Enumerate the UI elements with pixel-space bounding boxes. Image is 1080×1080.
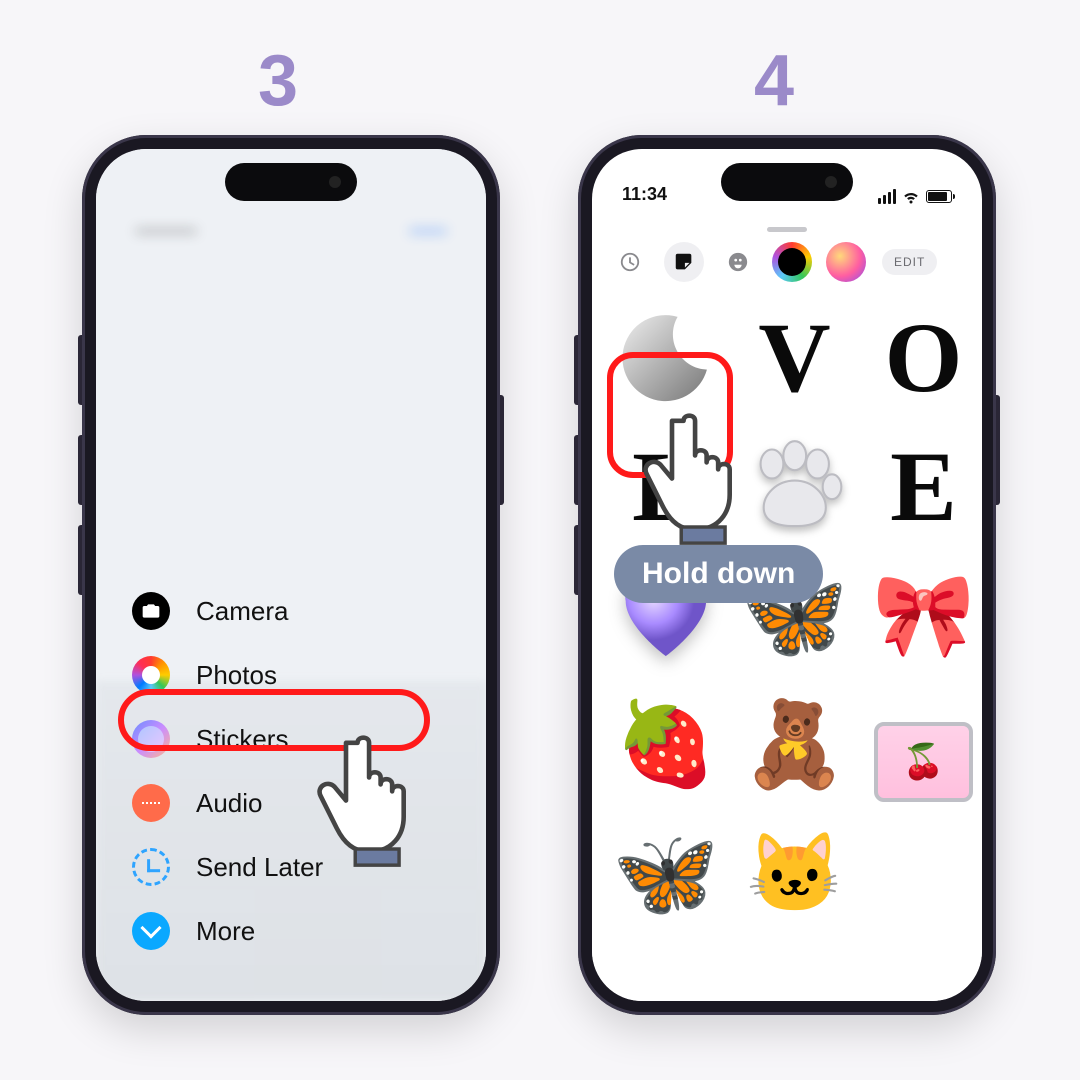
dynamic-island — [225, 163, 357, 201]
sticker-letter-o[interactable]: O — [866, 300, 981, 415]
dynamic-island — [721, 163, 853, 201]
sticker-cat-heart[interactable]: 🐱 — [737, 816, 852, 931]
tab-sticker-pack[interactable] — [826, 242, 866, 282]
menu-item-more[interactable]: More — [124, 899, 458, 963]
status-time: 11:34 — [622, 184, 667, 205]
sticker-strawberry[interactable]: 🍓 — [608, 687, 723, 802]
sticker-bow[interactable]: 🎀 — [866, 558, 981, 673]
menu-item-stickers[interactable]: Stickers — [124, 707, 458, 771]
more-icon — [132, 912, 170, 950]
sticker-letter-l[interactable]: L — [608, 429, 723, 544]
step-number-4: 4 — [754, 40, 794, 122]
battery-icon — [926, 190, 952, 203]
menu-item-camera[interactable]: Camera — [124, 579, 458, 643]
menu-label: Stickers — [196, 724, 288, 755]
attachment-menu: Camera Photos Stickers Audio Send Later … — [96, 579, 486, 963]
menu-label: Audio — [196, 788, 263, 819]
sticker-teddy-bear[interactable]: 🧸 — [737, 687, 852, 802]
sticker-pink-butterfly[interactable]: 🦋 — [608, 816, 723, 931]
sticker-paw[interactable] — [737, 429, 852, 544]
sticker-letter-v[interactable]: V — [737, 300, 852, 415]
sticker-letter-e[interactable]: E — [866, 429, 981, 544]
screen-step-3: ━━━━━━━━ Camera Photos Stickers Audio — [96, 149, 486, 1001]
camera-icon — [132, 592, 170, 630]
tab-stickers[interactable] — [664, 242, 704, 282]
sticker-moon[interactable] — [608, 300, 723, 415]
edit-button[interactable]: EDIT — [882, 249, 937, 275]
sticker-tabs: EDIT — [592, 242, 982, 294]
photos-icon — [132, 656, 170, 694]
wifi-icon — [902, 187, 920, 205]
cellular-icon — [878, 189, 896, 204]
blurred-header: ━━━━━━━━ — [96, 219, 486, 289]
send-later-icon — [132, 848, 170, 886]
menu-item-send-later[interactable]: Send Later — [124, 835, 458, 899]
menu-item-photos[interactable]: Photos — [124, 643, 458, 707]
menu-label: More — [196, 916, 255, 947]
sticker-drawer: EDIT V O L E — [592, 219, 982, 1001]
stickers-icon — [132, 720, 170, 758]
hold-down-tooltip: Hold down — [614, 545, 823, 603]
phone-frame-step-3: ━━━━━━━━ Camera Photos Stickers Audio — [82, 135, 500, 1015]
menu-label: Send Later — [196, 852, 323, 883]
menu-label: Camera — [196, 596, 288, 627]
step-number-3: 3 — [258, 40, 298, 122]
tab-recents[interactable] — [610, 242, 650, 282]
tab-emoji[interactable] — [718, 242, 758, 282]
menu-item-audio[interactable]: Audio — [124, 771, 458, 835]
sticker-cherry-tv[interactable] — [866, 687, 981, 802]
drawer-handle[interactable] — [767, 227, 807, 232]
tab-memoji[interactable] — [772, 242, 812, 282]
menu-label: Photos — [196, 660, 277, 691]
audio-icon — [132, 784, 170, 822]
sticker-grid: V O L E 🦋 🎀 — [592, 294, 982, 922]
screen-step-4: 11:34 EDIT — [592, 149, 982, 1001]
phone-frame-step-4: 11:34 EDIT — [578, 135, 996, 1015]
